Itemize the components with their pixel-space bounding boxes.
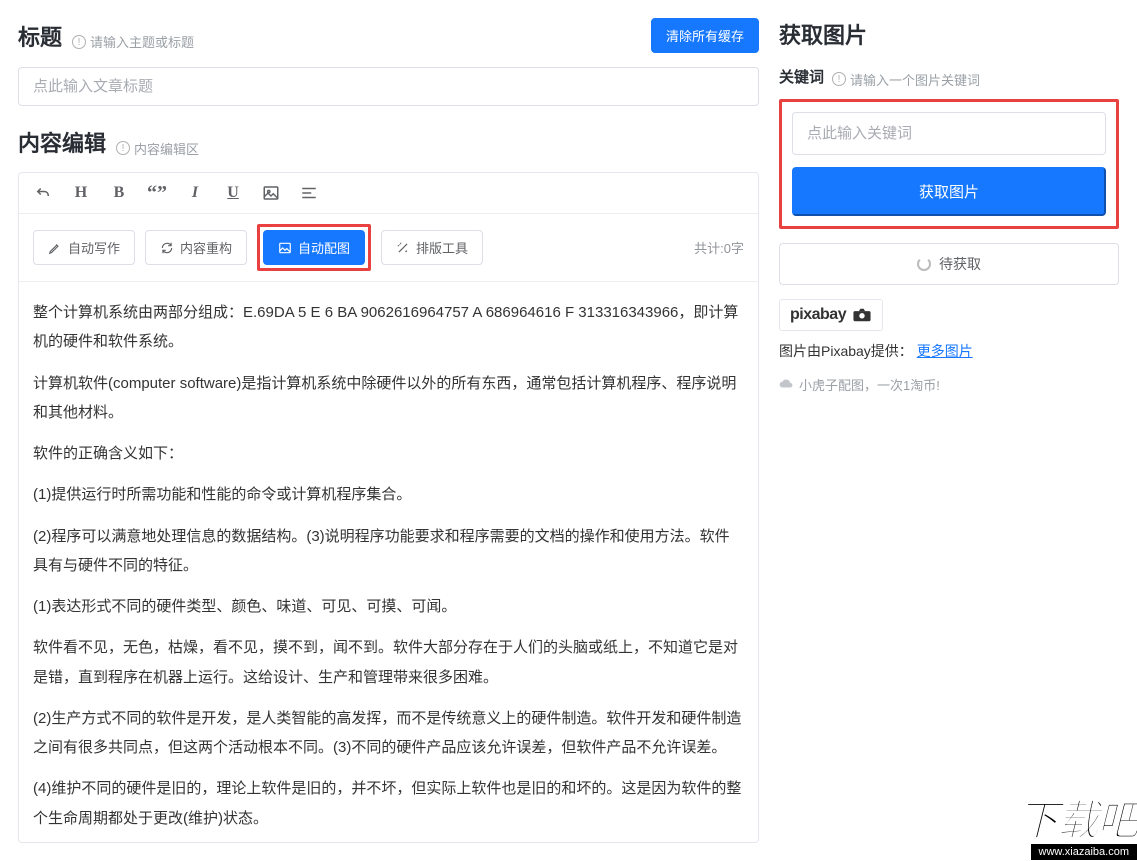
side-panel: 获取图片 关键词 ! 请输入一个图片关键词 获取图片 待获取 pixabay 图… (779, 18, 1119, 843)
cloud-icon (779, 377, 793, 391)
action-toolbar: 自动写作 内容重构 自动配图 排版工具 共计:0字 (19, 214, 758, 282)
highlight-keyword-box: 获取图片 (779, 99, 1119, 229)
title-label: 标题 (18, 20, 62, 52)
paragraph: 计算机软件(computer software)是指计算机系统中除硬件以外的所有… (33, 369, 744, 428)
layout-tool-button[interactable]: 排版工具 (381, 230, 483, 265)
pending-button[interactable]: 待获取 (779, 243, 1119, 285)
paragraph: (2)程序可以满意地处理信息的数据结构。(3)说明程序功能要求和程序需要的文档的… (33, 522, 744, 581)
editor-content[interactable]: 整个计算机系统由两部分组成：E.69DA 5 E 6 BA 9062616964… (19, 282, 758, 842)
info-icon: ! (832, 72, 846, 86)
camera-icon (852, 308, 872, 322)
image-icon[interactable] (261, 183, 281, 203)
side-title: 获取图片 (779, 18, 1119, 50)
keyword-hint: ! 请输入一个图片关键词 (832, 70, 980, 89)
info-icon: ! (116, 141, 130, 155)
word-count: 共计:0字 (694, 238, 744, 257)
bold-icon[interactable]: B (109, 183, 129, 203)
quote-icon[interactable]: “” (147, 183, 167, 203)
editor-box: H B “” I U 自动写作 内容重构 (18, 172, 759, 843)
keyword-label: 关键词 (779, 66, 824, 87)
paragraph: (2)生产方式不同的软件是开发，是人类智能的高发挥，而不是传统意义上的硬件制造。… (33, 704, 744, 763)
attribution-row: 图片由Pixabay提供： 更多图片 (779, 341, 1119, 361)
title-section-header: 标题 ! 请输入主题或标题 清除所有缓存 (18, 18, 759, 53)
italic-icon[interactable]: I (185, 183, 205, 203)
editor-label: 内容编辑 (18, 126, 106, 158)
main-panel: 标题 ! 请输入主题或标题 清除所有缓存 内容编辑 ! 内容编辑区 (18, 18, 759, 843)
pencil-icon (48, 241, 62, 255)
spinner-icon (917, 257, 931, 271)
paragraph: 整个计算机系统由两部分组成：E.69DA 5 E 6 BA 9062616964… (33, 298, 744, 357)
paragraph: (4)维护不同的硬件是旧的，理论上软件是旧的，并不坏，但实际上软件也是旧的和坏的… (33, 774, 744, 833)
keyword-input[interactable] (792, 112, 1106, 155)
auto-write-button[interactable]: 自动写作 (33, 230, 135, 265)
heading-icon[interactable]: H (71, 183, 91, 203)
pixabay-badge: pixabay (779, 299, 883, 331)
highlight-auto-image: 自动配图 (257, 224, 371, 271)
watermark: 下载吧 www.xiazaiba.com (977, 800, 1137, 860)
paragraph: (1)表达形式不同的硬件类型、颜色、味道、可见、可摸、可闻。 (33, 592, 744, 621)
clear-cache-button[interactable]: 清除所有缓存 (651, 18, 759, 53)
auto-image-button[interactable]: 自动配图 (263, 230, 365, 265)
fetch-image-button[interactable]: 获取图片 (792, 167, 1106, 216)
restructure-button[interactable]: 内容重构 (145, 230, 247, 265)
title-hint: ! 请输入主题或标题 (72, 32, 194, 51)
underline-icon[interactable]: U (223, 183, 243, 203)
article-title-input[interactable] (18, 67, 759, 106)
align-icon[interactable] (299, 183, 319, 203)
wand-icon (396, 241, 410, 255)
undo-icon[interactable] (33, 183, 53, 203)
format-toolbar: H B “” I U (19, 173, 758, 214)
refresh-icon (160, 241, 174, 255)
keyword-label-row: 关键词 ! 请输入一个图片关键词 (779, 66, 1119, 89)
paragraph: 软件看不见，无色，枯燥，看不见，摸不到，闻不到。软件大部分存在于人们的头脑或纸上… (33, 633, 744, 692)
info-icon: ! (72, 35, 86, 49)
credit-row: 小虎子配图，一次1淘币! (779, 375, 1119, 394)
more-images-link[interactable]: 更多图片 (917, 343, 973, 359)
paragraph: (1)提供运行时所需功能和性能的命令或计算机程序集合。 (33, 480, 744, 509)
picture-icon (278, 241, 292, 255)
paragraph: 软件的正确含义如下： (33, 439, 744, 468)
editor-hint: ! 内容编辑区 (116, 139, 199, 158)
